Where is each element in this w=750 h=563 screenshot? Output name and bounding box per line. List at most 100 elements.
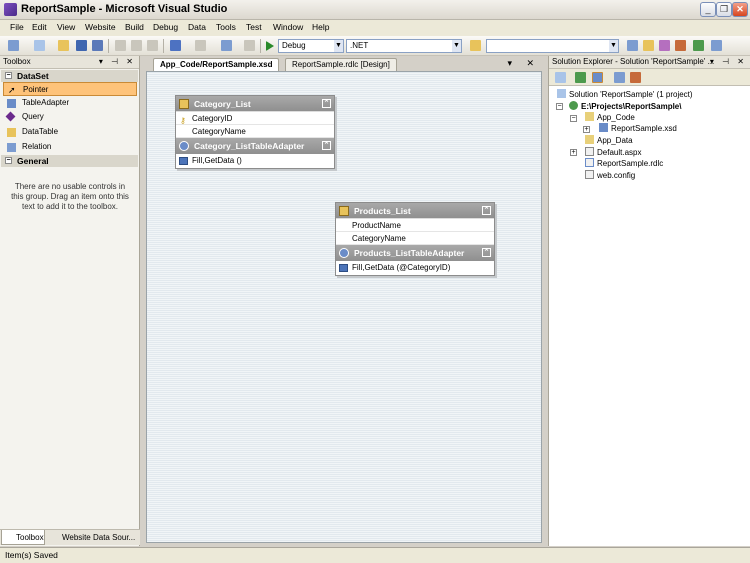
tableadapter-header[interactable]: Category_ListTableAdapter ⌃ (176, 138, 334, 154)
column-row[interactable]: CategoryName (176, 125, 334, 138)
toolbox-section-general[interactable]: − General (1, 155, 138, 167)
collapse-icon[interactable]: ⌃ (482, 206, 491, 215)
file-reportsample-xsd[interactable]: ReportSample.xsd (599, 123, 677, 134)
tableadapter-header[interactable]: Products_ListTableAdapter ⌃ (336, 245, 494, 261)
open-file-icon[interactable] (58, 40, 69, 51)
object-browser-icon[interactable] (659, 40, 670, 51)
redo-icon[interactable] (195, 40, 206, 51)
minimize-button[interactable]: _ (700, 2, 716, 17)
find-in-files-icon[interactable] (470, 40, 481, 51)
column-row[interactable]: ProductName (336, 219, 494, 232)
tab-website-data-sources[interactable]: Website Data Sour... (48, 530, 139, 545)
start-debugging-icon[interactable] (266, 41, 274, 51)
paste-icon[interactable] (147, 40, 158, 51)
column-row[interactable]: CategoryName (336, 232, 494, 245)
report-file-icon (585, 158, 594, 167)
toolbox-section-dataset[interactable]: − DataSet (1, 70, 138, 82)
properties-icon[interactable] (643, 40, 654, 51)
collapse-icon[interactable]: ⌃ (322, 141, 331, 150)
menu-test[interactable]: Test (246, 22, 262, 32)
menu-view[interactable]: View (57, 22, 75, 32)
solution-explorer-icon[interactable] (627, 40, 638, 51)
close-button[interactable]: ✕ (732, 2, 748, 17)
save-icon[interactable] (76, 40, 87, 51)
datatable-header[interactable]: Products_List ⌃ (336, 203, 494, 219)
menu-window[interactable]: Window (273, 22, 303, 32)
undo-icon[interactable] (170, 40, 181, 51)
menu-edit[interactable]: Edit (32, 22, 47, 32)
tab-toolbox[interactable]: Toolbox (1, 530, 45, 545)
menu-file[interactable]: File (10, 22, 24, 32)
copy-icon[interactable] (131, 40, 142, 51)
solution-node[interactable]: Solution 'ReportSample' (1 project) (557, 89, 693, 100)
toolbox-bottom-tabs: Toolbox Website Data Sour... (0, 529, 140, 545)
toolbox-panel: Toolbox ▾ ⊣ ✕ − DataSet ➚ Pointer TableA… (0, 56, 140, 546)
dataset-designer-canvas[interactable]: Category_List ⌃ ⚷ CategoryID CategoryNam… (146, 71, 542, 543)
datatable-header[interactable]: Category_List ⌃ (176, 96, 334, 112)
title-bar: ReportSample - Microsoft Visual Studio _… (0, 0, 750, 20)
query-row[interactable]: Fill,GetData (@CategoryID) (336, 261, 494, 275)
toolbar-separator (260, 39, 261, 53)
menu-help[interactable]: Help (312, 22, 329, 32)
refresh-icon[interactable] (575, 72, 586, 83)
copy-website-icon[interactable] (614, 72, 625, 83)
tab-reportsample-xsd[interactable]: App_Code/ReportSample.xsd (153, 58, 280, 71)
start-page-icon[interactable] (693, 40, 704, 51)
new-project-icon[interactable] (8, 40, 19, 51)
add-item-icon[interactable] (34, 40, 45, 51)
cut-icon[interactable] (115, 40, 126, 51)
navigate-icon[interactable] (221, 40, 232, 51)
query-row[interactable]: Fill,GetData () (176, 154, 334, 168)
chevron-down-icon: ▼ (334, 40, 343, 52)
menu-debug[interactable]: Debug (153, 22, 178, 32)
column-row[interactable]: ⚷ CategoryID (176, 112, 334, 125)
collapse-icon[interactable]: − (570, 115, 577, 122)
pointer-icon: ➚ (8, 85, 16, 95)
solution-config-select[interactable]: Debug ▼ (278, 39, 344, 53)
menu-data[interactable]: Data (188, 22, 206, 32)
platform-select[interactable]: .NET ▼ (346, 39, 462, 53)
tab-reportsample-rdlc[interactable]: ReportSample.rdlc [Design] (285, 58, 397, 71)
properties-icon[interactable] (555, 72, 566, 83)
file-web-config[interactable]: web.config (585, 170, 635, 181)
expand-icon[interactable]: + (583, 126, 590, 133)
menu-website[interactable]: Website (85, 22, 116, 32)
toolbox-item-datatable[interactable]: DataTable (3, 125, 137, 139)
more-tools-icon[interactable] (711, 40, 722, 51)
menu-tools[interactable]: Tools (216, 22, 236, 32)
toolbox-item-tableadapter[interactable]: TableAdapter (3, 96, 137, 110)
toolbox-item-relation[interactable]: Relation (3, 140, 137, 154)
standard-toolbar: Debug ▼ .NET ▼ ▼ (0, 36, 750, 56)
find-combo[interactable]: ▼ (486, 39, 619, 53)
show-all-files-icon[interactable] (592, 72, 603, 83)
restore-button[interactable]: ❐ (716, 2, 732, 17)
xsd-file-icon (599, 123, 608, 132)
panel-controls[interactable]: ▾ ⊣ ✕ (99, 56, 136, 68)
menu-build[interactable]: Build (125, 22, 144, 32)
document-controls[interactable]: ▾ ✕ (507, 58, 540, 69)
datatable-icon (179, 99, 189, 109)
folder-app-code[interactable]: App_Code (585, 112, 635, 123)
collapse-icon[interactable]: ⌃ (482, 248, 491, 257)
asp-net-config-icon[interactable] (630, 72, 641, 83)
solution-explorer-panel: Solution Explorer - Solution 'ReportSamp… (548, 56, 750, 546)
file-default-aspx[interactable]: Default.aspx (585, 147, 641, 158)
datatable-category-list[interactable]: Category_List ⌃ ⚷ CategoryID CategoryNam… (175, 95, 335, 169)
datatable-icon (7, 128, 16, 137)
panel-controls[interactable]: ▾ ⊣ ✕ (710, 56, 747, 68)
solution-icon (557, 89, 566, 98)
file-reportsample-rdlc[interactable]: ReportSample.rdlc (585, 158, 663, 169)
expand-icon[interactable]: + (570, 149, 577, 156)
document-area: App_Code/ReportSample.xsd ReportSample.r… (141, 56, 546, 546)
visual-studio-icon (4, 3, 17, 16)
save-all-icon[interactable] (92, 40, 103, 51)
toolbox-item-pointer[interactable]: ➚ Pointer (3, 82, 137, 96)
toolbox-icon[interactable] (675, 40, 686, 51)
toolbox-item-query[interactable]: Query (3, 110, 137, 124)
datatable-products-list[interactable]: Products_List ⌃ ProductName CategoryName… (335, 202, 495, 276)
navigate-forward-icon[interactable] (244, 40, 255, 51)
folder-app-data[interactable]: App_Data (585, 135, 633, 146)
project-node[interactable]: E:\Projects\ReportSample\ (569, 101, 681, 112)
collapse-icon[interactable]: − (556, 103, 563, 110)
collapse-icon[interactable]: ⌃ (322, 99, 331, 108)
